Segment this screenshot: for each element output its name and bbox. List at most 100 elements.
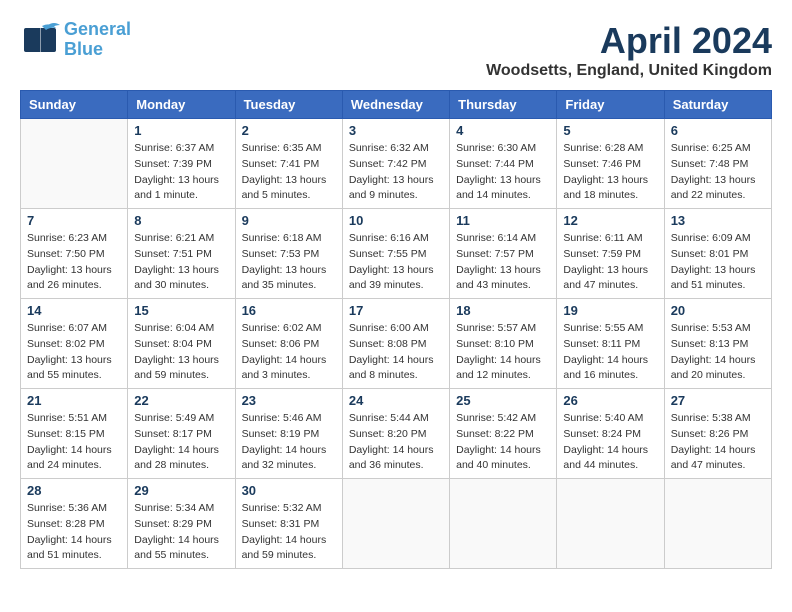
- day-info: Sunrise: 6:00 AMSunset: 8:08 PMDaylight:…: [349, 321, 443, 384]
- day-cell: 18Sunrise: 5:57 AMSunset: 8:10 PMDayligh…: [450, 299, 557, 389]
- page-header: General Blue April 2024 Woodsetts, Engla…: [20, 20, 772, 80]
- logo: General Blue: [20, 20, 131, 60]
- day-header-thursday: Thursday: [450, 91, 557, 119]
- day-header-saturday: Saturday: [664, 91, 771, 119]
- day-cell: 29Sunrise: 5:34 AMSunset: 8:29 PMDayligh…: [128, 479, 235, 569]
- day-cell: 26 Sunrise: 5:40 AMSunset: 8:24 PMDayligh…: [557, 389, 664, 479]
- day-number: 12: [563, 213, 657, 228]
- day-cell: 13 Sunrise: 6:09 AMSunset: 8:01 PMDayligh…: [664, 209, 771, 299]
- day-number: 19: [563, 303, 657, 318]
- logo-general: General: [64, 20, 131, 40]
- day-info: Sunrise: 6:25 AMSunset: 7:48 PMDaylight:…: [671, 141, 765, 204]
- day-cell: 22 Sunrise: 5:49 AMSunset: 8:17 PMDayligh…: [128, 389, 235, 479]
- day-number: 15: [134, 303, 228, 318]
- day-info: Sunrise: 6:02 AMSunset: 8:06 PMDaylight:…: [242, 321, 336, 384]
- day-number: 22: [134, 393, 228, 408]
- day-cell: 1Sunrise: 6:37 AMSunset: 7:39 PMDaylight…: [128, 119, 235, 209]
- day-number: 29: [134, 483, 228, 498]
- title-block: April 2024 Woodsetts, England, United Ki…: [486, 20, 772, 80]
- day-info: Sunrise: 5:49 AMSunset: 8:17 PMDaylight:…: [134, 411, 228, 474]
- day-cell: 27 Sunrise: 5:38 AMSunset: 8:26 PMDayligh…: [664, 389, 771, 479]
- day-cell: 28Sunrise: 5:36 AMSunset: 8:28 PMDayligh…: [21, 479, 128, 569]
- day-cell: 5 Sunrise: 6:28 AMSunset: 7:46 PMDaylight…: [557, 119, 664, 209]
- day-cell: 9 Sunrise: 6:18 AMSunset: 7:53 PMDaylight…: [235, 209, 342, 299]
- week-row-5: 28Sunrise: 5:36 AMSunset: 8:28 PMDayligh…: [21, 479, 772, 569]
- day-number: 17: [349, 303, 443, 318]
- day-cell: 21 Sunrise: 5:51 AMSunset: 8:15 PMDayligh…: [21, 389, 128, 479]
- day-number: 2: [242, 123, 336, 138]
- calendar-table: SundayMondayTuesdayWednesdayThursdayFrid…: [20, 90, 772, 569]
- day-info: Sunrise: 6:09 AMSunset: 8:01 PMDaylight:…: [671, 231, 765, 294]
- day-cell: [450, 479, 557, 569]
- day-info: Sunrise: 6:37 AMSunset: 7:39 PMDaylight:…: [134, 141, 228, 204]
- logo-blue: Blue: [64, 40, 131, 60]
- day-info: Sunrise: 6:30 AMSunset: 7:44 PMDaylight:…: [456, 141, 550, 204]
- day-number: 24: [349, 393, 443, 408]
- day-cell: 19 Sunrise: 5:55 AMSunset: 8:11 PMDayligh…: [557, 299, 664, 389]
- day-number: 28: [27, 483, 121, 498]
- calendar-title: April 2024: [486, 20, 772, 62]
- day-number: 26: [563, 393, 657, 408]
- day-cell: 2 Sunrise: 6:35 AMSunset: 7:41 PMDaylight…: [235, 119, 342, 209]
- day-info: Sunrise: 5:44 AMSunset: 8:20 PMDaylight:…: [349, 411, 443, 474]
- day-cell: 6Sunrise: 6:25 AMSunset: 7:48 PMDaylight…: [664, 119, 771, 209]
- logo-text-block: General Blue: [64, 20, 131, 60]
- day-number: 27: [671, 393, 765, 408]
- day-info: Sunrise: 5:38 AMSunset: 8:26 PMDaylight:…: [671, 411, 765, 474]
- day-header-wednesday: Wednesday: [342, 91, 449, 119]
- day-cell: 11Sunrise: 6:14 AMSunset: 7:57 PMDayligh…: [450, 209, 557, 299]
- day-info: Sunrise: 6:04 AMSunset: 8:04 PMDaylight:…: [134, 321, 228, 384]
- logo-icon: [20, 20, 60, 60]
- day-header-monday: Monday: [128, 91, 235, 119]
- day-cell: 24 Sunrise: 5:44 AMSunset: 8:20 PMDayligh…: [342, 389, 449, 479]
- day-header-friday: Friday: [557, 91, 664, 119]
- day-number: 14: [27, 303, 121, 318]
- day-cell: 17 Sunrise: 6:00 AMSunset: 8:08 PMDayligh…: [342, 299, 449, 389]
- day-info: Sunrise: 5:32 AMSunset: 8:31 PMDaylight:…: [242, 501, 336, 564]
- day-number: 11: [456, 213, 550, 228]
- week-row-3: 14Sunrise: 6:07 AMSunset: 8:02 PMDayligh…: [21, 299, 772, 389]
- day-number: 9: [242, 213, 336, 228]
- day-info: Sunrise: 6:16 AMSunset: 7:55 PMDaylight:…: [349, 231, 443, 294]
- day-info: Sunrise: 6:21 AMSunset: 7:51 PMDaylight:…: [134, 231, 228, 294]
- day-cell: 25 Sunrise: 5:42 AMSunset: 8:22 PMDayligh…: [450, 389, 557, 479]
- day-info: Sunrise: 5:55 AMSunset: 8:11 PMDaylight:…: [563, 321, 657, 384]
- day-number: 4: [456, 123, 550, 138]
- day-number: 3: [349, 123, 443, 138]
- day-info: Sunrise: 5:53 AMSunset: 8:13 PMDaylight:…: [671, 321, 765, 384]
- day-cell: 4 Sunrise: 6:30 AMSunset: 7:44 PMDaylight…: [450, 119, 557, 209]
- day-number: 8: [134, 213, 228, 228]
- day-cell: [342, 479, 449, 569]
- day-cell: 14Sunrise: 6:07 AMSunset: 8:02 PMDayligh…: [21, 299, 128, 389]
- day-header-tuesday: Tuesday: [235, 91, 342, 119]
- day-number: 21: [27, 393, 121, 408]
- day-info: Sunrise: 5:42 AMSunset: 8:22 PMDaylight:…: [456, 411, 550, 474]
- day-cell: [21, 119, 128, 209]
- day-info: Sunrise: 6:18 AMSunset: 7:53 PMDaylight:…: [242, 231, 336, 294]
- day-cell: 8 Sunrise: 6:21 AMSunset: 7:51 PMDaylight…: [128, 209, 235, 299]
- day-cell: 30 Sunrise: 5:32 AMSunset: 8:31 PMDayligh…: [235, 479, 342, 569]
- day-cell: 12 Sunrise: 6:11 AMSunset: 7:59 PMDayligh…: [557, 209, 664, 299]
- day-number: 30: [242, 483, 336, 498]
- day-cell: 23Sunrise: 5:46 AMSunset: 8:19 PMDayligh…: [235, 389, 342, 479]
- day-info: Sunrise: 5:40 AMSunset: 8:24 PMDaylight:…: [563, 411, 657, 474]
- week-row-2: 7Sunrise: 6:23 AMSunset: 7:50 PMDaylight…: [21, 209, 772, 299]
- day-number: 18: [456, 303, 550, 318]
- day-number: 23: [242, 393, 336, 408]
- day-number: 13: [671, 213, 765, 228]
- day-info: Sunrise: 6:28 AMSunset: 7:46 PMDaylight:…: [563, 141, 657, 204]
- day-cell: 15 Sunrise: 6:04 AMSunset: 8:04 PMDayligh…: [128, 299, 235, 389]
- day-cell: 16Sunrise: 6:02 AMSunset: 8:06 PMDayligh…: [235, 299, 342, 389]
- day-cell: [664, 479, 771, 569]
- day-number: 25: [456, 393, 550, 408]
- week-row-4: 21 Sunrise: 5:51 AMSunset: 8:15 PMDayligh…: [21, 389, 772, 479]
- day-number: 5: [563, 123, 657, 138]
- week-row-1: 1Sunrise: 6:37 AMSunset: 7:39 PMDaylight…: [21, 119, 772, 209]
- day-info: Sunrise: 6:32 AMSunset: 7:42 PMDaylight:…: [349, 141, 443, 204]
- day-info: Sunrise: 6:11 AMSunset: 7:59 PMDaylight:…: [563, 231, 657, 294]
- day-info: Sunrise: 6:35 AMSunset: 7:41 PMDaylight:…: [242, 141, 336, 204]
- day-header-sunday: Sunday: [21, 91, 128, 119]
- day-info: Sunrise: 5:51 AMSunset: 8:15 PMDaylight:…: [27, 411, 121, 474]
- day-cell: 7Sunrise: 6:23 AMSunset: 7:50 PMDaylight…: [21, 209, 128, 299]
- day-number: 20: [671, 303, 765, 318]
